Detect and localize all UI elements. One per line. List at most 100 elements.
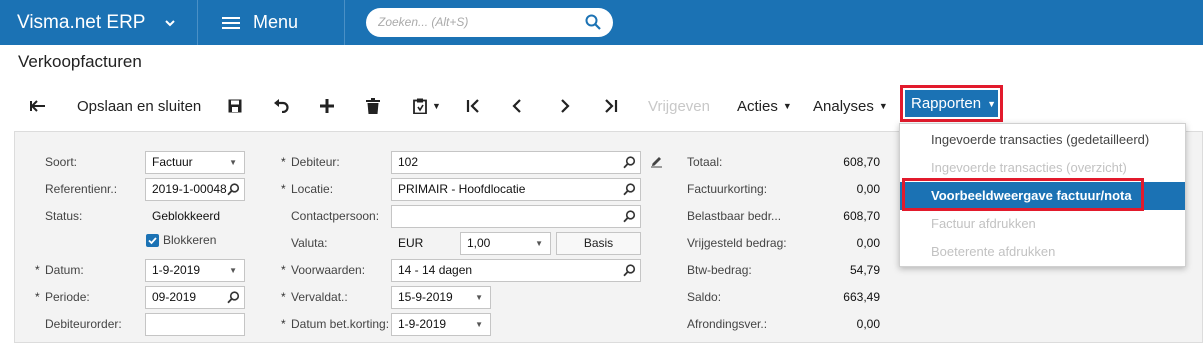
caret-down-icon: ▼ <box>878 101 888 111</box>
actions-label: Acties <box>737 97 778 115</box>
top-bar: Visma.net ERP Menu <box>0 0 1203 45</box>
discount-date-value: 1-9-2019 <box>398 317 447 331</box>
currency-label: Valuta: <box>291 236 328 250</box>
brand-name: Visma.net ERP <box>17 11 146 33</box>
caret-down-icon: ▼ <box>535 239 543 248</box>
rate-field[interactable]: 1,00 ▼ <box>460 232 551 255</box>
period-value: 09-2019 <box>152 290 197 304</box>
terms-label: Voorwaarden: <box>281 259 365 281</box>
add-icon[interactable] <box>320 90 334 122</box>
taxable-label: Belastbaar bedr... <box>687 209 782 223</box>
menu-item-print-invoice[interactable]: Factuur afdrukken <box>900 210 1185 238</box>
total-label: Totaal: <box>687 155 723 169</box>
due-date-field[interactable]: 15-9-2019 ▼ <box>391 286 491 309</box>
discount-date-label: Datum bet.korting: <box>281 313 389 335</box>
customer-order-label: Debiteurorder: <box>45 317 122 331</box>
menu-icon <box>222 16 240 30</box>
menu-item-entered-transactions-detailed[interactable]: Ingevoerde transacties (gedetailleerd) <box>900 126 1185 154</box>
lookup-icon[interactable] <box>623 263 636 281</box>
vat-value: 54,79 <box>849 263 880 277</box>
location-value: PRIMAIR - Hoofdlocatie <box>398 182 526 196</box>
search-box[interactable] <box>366 8 613 37</box>
type-select[interactable]: Factuur ▼ <box>145 151 245 174</box>
clipboard-icon[interactable]: ▼ <box>413 90 441 122</box>
exempt-label: Vrijgesteld bedrag: <box>687 236 787 250</box>
caret-down-icon: ▼ <box>987 98 996 109</box>
date-field[interactable]: 1-9-2019 ▼ <box>145 259 245 282</box>
save-icon[interactable] <box>228 90 242 122</box>
analyses-menu[interactable]: Analyses ▼ <box>813 90 888 122</box>
due-date-value: 15-9-2019 <box>398 290 453 304</box>
brand-switcher[interactable]: Visma.net ERP <box>0 0 198 45</box>
prev-icon[interactable] <box>512 90 522 122</box>
currency-value: EUR <box>398 236 424 250</box>
reports-label: Rapporten <box>911 95 982 112</box>
menu-label: Menu <box>253 12 299 32</box>
type-label: Soort: <box>45 155 78 169</box>
analyses-label: Analyses <box>813 97 874 115</box>
date-value: 1-9-2019 <box>152 263 201 277</box>
caret-down-icon: ▼ <box>229 266 237 275</box>
caret-down-icon: ▼ <box>229 158 237 167</box>
contact-field[interactable] <box>391 205 641 228</box>
status-value: Geblokkeerd <box>152 209 221 223</box>
location-field[interactable]: PRIMAIR - Hoofdlocatie <box>391 178 641 201</box>
location-label: Locatie: <box>281 178 333 200</box>
first-icon[interactable] <box>466 90 480 122</box>
period-field[interactable]: 09-2019 <box>145 286 245 309</box>
vat-label: Btw-bedrag: <box>687 263 752 277</box>
taxable-value: 608,70 <box>843 209 880 223</box>
lookup-icon[interactable] <box>227 182 240 200</box>
caret-down-icon: ▼ <box>782 101 792 111</box>
customer-value: 102 <box>398 155 419 169</box>
balance-label: Saldo: <box>687 290 722 304</box>
hold-checkbox[interactable] <box>146 234 159 247</box>
reports-menu-button[interactable]: Rapporten ▼ <box>900 85 1003 122</box>
reference-label: Referentienr.: <box>45 182 118 196</box>
basis-button[interactable]: Basis <box>556 232 641 255</box>
period-label: Periode: <box>35 286 90 308</box>
undo-icon[interactable] <box>273 90 289 122</box>
customer-order-field[interactable] <box>145 313 245 336</box>
status-label: Status: <box>45 209 83 223</box>
lookup-icon[interactable] <box>623 182 636 200</box>
toolbar: Opslaan en sluiten ▼ Vrijgeven Acties ▼ A… <box>0 90 1203 122</box>
terms-value: 14 - 14 dagen <box>398 263 473 277</box>
main-menu-button[interactable]: Menu <box>199 0 345 45</box>
lookup-icon[interactable] <box>623 155 636 173</box>
search-input[interactable] <box>378 15 578 29</box>
page-title: Verkoopfacturen <box>18 52 142 71</box>
terms-field[interactable]: 14 - 14 dagen <box>391 259 641 282</box>
type-value: Factuur <box>152 155 193 169</box>
rate-value: 1,00 <box>467 236 491 250</box>
caret-down-icon: ▼ <box>475 293 483 302</box>
discount-date-field[interactable]: 1-9-2019 ▼ <box>391 313 491 336</box>
customer-field[interactable]: 102 <box>391 151 641 174</box>
lookup-icon[interactable] <box>227 290 240 308</box>
invoice-discount-label: Factuurkorting: <box>687 182 768 196</box>
rounding-value: 0,00 <box>856 317 880 331</box>
back-arrow-icon[interactable] <box>30 90 46 122</box>
exempt-value: 0,00 <box>856 236 880 250</box>
last-icon[interactable] <box>604 90 618 122</box>
save-close-button[interactable]: Opslaan en sluiten <box>77 90 201 122</box>
reference-value: 2019-1-00048 <box>152 182 227 196</box>
actions-menu[interactable]: Acties ▼ <box>737 90 792 122</box>
balance-value: 663,49 <box>843 290 880 304</box>
search-icon[interactable] <box>585 14 601 33</box>
lookup-icon[interactable] <box>623 209 636 227</box>
hold-label: Blokkeren <box>163 233 217 247</box>
total-value: 608,70 <box>843 155 880 169</box>
release-button[interactable]: Vrijgeven <box>648 90 710 122</box>
next-icon[interactable] <box>560 90 570 122</box>
reference-field[interactable]: 2019-1-00048 <box>145 178 245 201</box>
date-label: Datum: <box>35 259 84 281</box>
delete-icon[interactable] <box>366 90 380 122</box>
chevron-down-icon <box>165 16 176 30</box>
menu-item-print-dunning-fee[interactable]: Boeterente afdrukken <box>900 238 1185 266</box>
caret-down-icon: ▼ <box>475 320 483 329</box>
contact-label: Contactpersoon: <box>291 209 380 223</box>
highlight-frame <box>902 178 1144 211</box>
invoice-discount-value: 0,00 <box>856 182 880 196</box>
edit-pencil-icon[interactable] <box>650 155 663 171</box>
